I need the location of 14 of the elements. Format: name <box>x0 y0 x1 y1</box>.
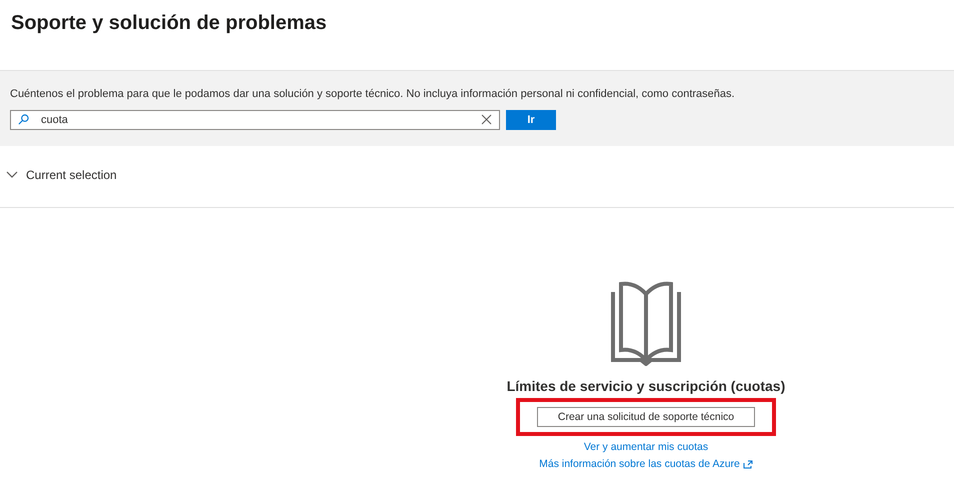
current-selection-label[interactable]: Current selection <box>26 168 117 182</box>
go-button[interactable]: Ir <box>506 110 556 130</box>
help-link[interactable]: Ver y aumentar mis cuotas <box>584 441 708 453</box>
external-link-icon <box>742 460 753 468</box>
result-title: Límites de servicio y suscripción (cuotas) <box>506 378 786 394</box>
search-description: Cuéntenos el problema para que le podamos dar una solución y soporte técnico. No incluya información personal ni confidencial, como contraseñas. <box>10 88 736 100</box>
search-icon <box>18 114 29 125</box>
create-request-button[interactable]: Crear una solicitud de soporte técnico <box>537 407 755 427</box>
help-link[interactable]: Más información sobre las cuotas de Azure <box>539 458 753 470</box>
book-icon <box>611 280 681 366</box>
search-field[interactable]: cuota <box>10 110 500 130</box>
page-title: Soporte y solución de problemas <box>11 12 328 36</box>
chevron-icon[interactable] <box>6 170 18 178</box>
clear-icon[interactable] <box>481 114 492 125</box>
